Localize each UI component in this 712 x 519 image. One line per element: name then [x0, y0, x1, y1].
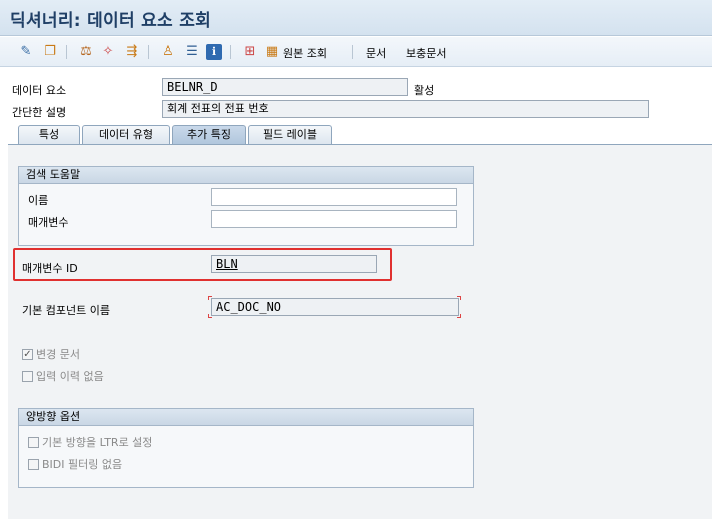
data-element-field[interactable]: BELNR_D: [162, 78, 408, 96]
ltr-checkbox[interactable]: [28, 436, 39, 448]
original-view-button[interactable]: 원본 조회: [283, 45, 327, 61]
application-toolbar: ✎ ❐ ⚖ ✧ ⇶ ♙ ☰ ℹ ⊞ ▦ 원본 조회 문서 보충문서: [0, 37, 712, 67]
short-desc-label: 간단한 설명: [12, 106, 67, 119]
no-bidi-filter-checkbox[interactable]: [28, 458, 39, 470]
toolbar-separator: [352, 45, 353, 59]
no-input-history-label: 입력 이력 없음: [36, 370, 104, 383]
document-button[interactable]: 문서: [366, 45, 386, 61]
parameter-id-label: 매개변수 ID: [22, 262, 78, 275]
search-help-param-input[interactable]: [211, 210, 457, 228]
ltr-label: 기본 방향을 LTR로 설정: [42, 436, 153, 449]
display-change-icon[interactable]: ✎: [18, 44, 34, 60]
short-desc-field[interactable]: 회계 전표의 전표 번호: [162, 100, 649, 118]
change-document-label: 변경 문서: [36, 348, 80, 361]
info-icon[interactable]: ℹ: [206, 44, 222, 60]
display-object-list-icon[interactable]: ☰: [184, 44, 200, 60]
field-focus-corner: [208, 314, 212, 318]
no-input-history-row: 입력 이력 없음: [22, 368, 104, 384]
other-object-icon[interactable]: ❐: [42, 44, 58, 60]
default-component-field[interactable]: AC_DOC_NO: [211, 298, 459, 316]
change-document-row: ✓ 변경 문서: [22, 346, 80, 362]
tab-data-type[interactable]: 데이터 유형: [82, 125, 170, 144]
original-view-icon: ▦: [265, 44, 279, 59]
field-focus-corner: [457, 296, 461, 300]
supplementary-doc-button[interactable]: 보충문서: [406, 45, 446, 61]
hierarchy-icon[interactable]: ♙: [160, 44, 176, 60]
no-bidi-filter-label: BIDI 필터링 없음: [42, 458, 123, 471]
data-element-label: 데이터 요소: [12, 84, 67, 97]
check-icon[interactable]: ⚖: [78, 44, 94, 60]
search-help-name-label: 이름: [28, 194, 49, 207]
no-bidi-filter-row: BIDI 필터링 없음: [28, 456, 122, 472]
parameter-id-field[interactable]: BLN: [211, 255, 377, 273]
bidi-options-title: 양방향 옵션: [19, 409, 473, 426]
toolbar-separator: [148, 45, 149, 59]
field-focus-corner: [457, 314, 461, 318]
where-used-icon[interactable]: ⇶: [124, 44, 140, 60]
ltr-row: 기본 방향을 LTR로 설정: [28, 434, 152, 450]
tab-attributes[interactable]: 특성: [18, 125, 80, 144]
search-help-group: 검색 도움말: [18, 166, 474, 246]
change-document-checkbox[interactable]: ✓: [22, 348, 33, 360]
object-tree-icon[interactable]: ⊞: [242, 44, 258, 60]
title-bar: 딕셔너리: 데이터 요소 조회: [0, 0, 712, 36]
tab-further-characteristics[interactable]: 추가 특징: [172, 125, 246, 145]
tab-field-label[interactable]: 필드 레이블: [248, 125, 332, 144]
toolbar-separator: [230, 45, 231, 59]
no-input-history-checkbox[interactable]: [22, 370, 33, 382]
window-title: 딕셔너리: 데이터 요소 조회: [10, 11, 212, 31]
default-component-label: 기본 컴포넌트 이름: [22, 304, 110, 317]
search-help-param-label: 매개변수: [28, 216, 69, 229]
activate-icon[interactable]: ✧: [100, 44, 116, 60]
toolbar-separator: [66, 45, 67, 59]
field-focus-corner: [208, 296, 212, 300]
search-help-name-input[interactable]: [211, 188, 457, 206]
status-text: 활성: [414, 84, 435, 97]
search-help-title: 검색 도움말: [19, 167, 473, 184]
